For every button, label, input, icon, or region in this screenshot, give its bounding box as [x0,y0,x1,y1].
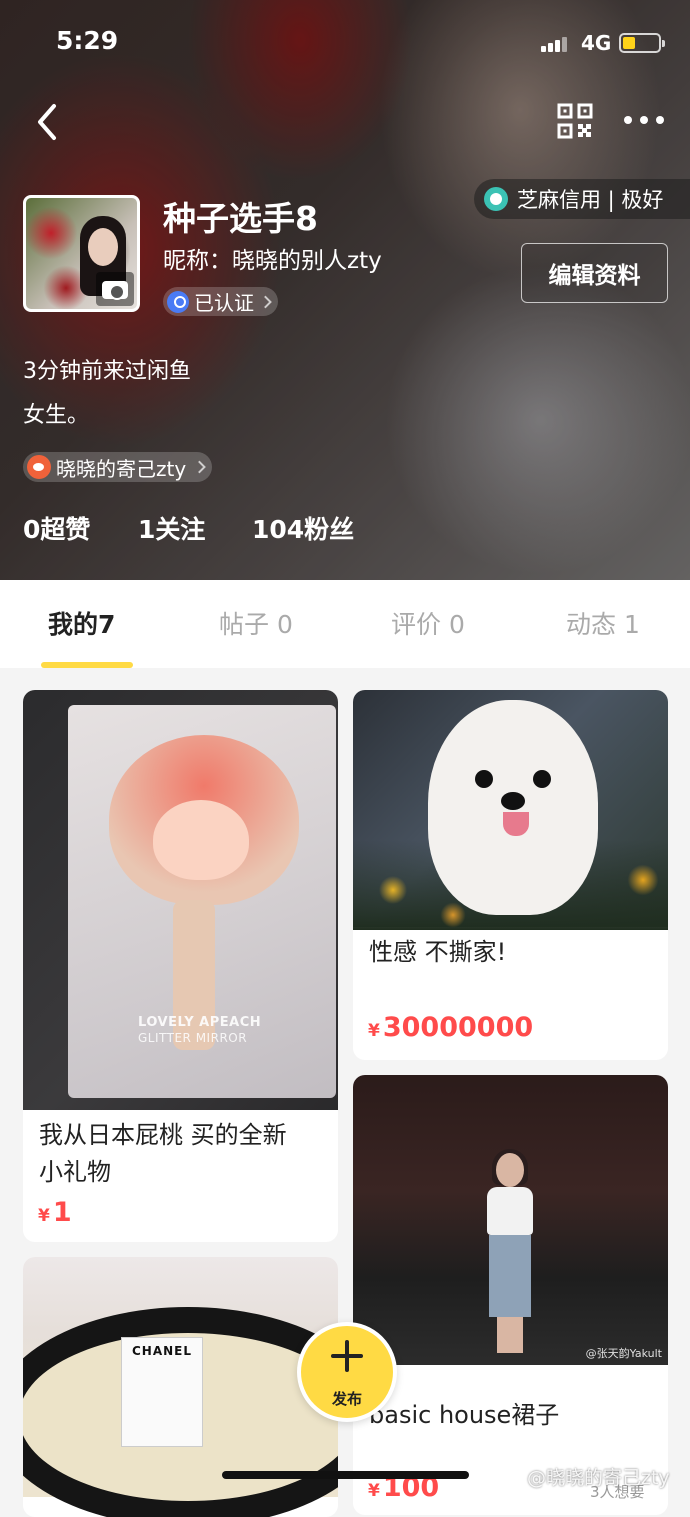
verified-badge[interactable]: 已认证 [163,287,278,316]
tab-activity[interactable]: 动态 1 [566,605,640,641]
item-image: @张天韵Yakult [353,1075,668,1365]
item-title: basic house裙子 [369,1401,560,1429]
battery-icon [619,33,665,53]
camera-icon[interactable] [96,272,134,306]
publish-button[interactable]: 发布 [297,1322,397,1422]
weibo-link[interactable]: 晓晓的寄己zty [23,452,213,482]
bio-text: 女生。 [23,403,90,428]
edit-profile-button[interactable]: 编辑资料 [521,243,668,303]
network-label: 4G [581,31,612,55]
item-title: 性感 不撕家! [369,938,507,966]
item-image: CHANEL [23,1257,338,1517]
sesame-credit-icon [484,187,508,211]
tab-mine[interactable]: 我的7 [48,605,115,641]
qr-code-icon[interactable] [557,103,593,139]
status-time: 5:29 [56,26,119,55]
likes-stat[interactable]: 0超赞 [23,510,90,546]
item-card[interactable]: @张天韵Yakult basic house裙子 ¥100 [353,1075,668,1515]
item-title: 我从日本屁桃 买的全新 [39,1121,287,1149]
avatar[interactable] [23,195,140,312]
item-price: ¥1 [38,1197,72,1228]
signal-icon [541,36,569,52]
tab-posts[interactable]: 帖子 0 [219,605,293,641]
sesame-credit-badge[interactable]: 芝麻信用 | 极好 [474,179,690,219]
more-options-icon[interactable] [622,114,666,128]
plus-icon [331,1340,363,1372]
fans-stat[interactable]: 104粉丝 [252,510,354,546]
credit-label: 芝麻信用 | 极好 [517,188,664,212]
back-icon[interactable] [30,100,70,144]
verified-icon [167,290,189,313]
profile-name: 种子选手8 [163,199,318,238]
item-title: 小礼物 [39,1158,111,1186]
image-credit: @张天韵Yakult [585,1347,662,1360]
item-card[interactable]: LOVELY APEACH GLITTER MIRROR 我从日本屁桃 买的全新… [23,690,338,1242]
item-price: ¥30000000 [368,1012,534,1043]
following-stat[interactable]: 1关注 [138,510,205,546]
weibo-label: 晓晓的寄己zty [56,456,187,481]
item-card[interactable]: 性感 不撕家! ¥30000000 [353,690,668,1060]
active-tab-indicator [41,662,133,668]
profile-header: 5:29 4G 芝麻信用 | 极好 种子选手8 昵称：晓晓的别人zty 已认证 … [0,0,690,580]
last-seen-text: 3分钟前来过闲鱼 [23,359,191,384]
home-indicator[interactable] [222,1471,469,1479]
chevron-right-icon [259,295,272,308]
watermark: @晓晓的寄己zty [527,1467,670,1489]
publish-label: 发布 [331,1390,362,1408]
profile-nickname: 昵称：晓晓的别人zty [163,248,382,274]
item-image [353,690,668,930]
item-image: LOVELY APEACH GLITTER MIRROR [23,690,338,1110]
chevron-right-icon [193,460,207,474]
tab-bar: 我的7 帖子 0 评价 0 动态 1 [0,580,690,668]
weibo-icon [27,455,51,479]
tab-reviews[interactable]: 评价 0 [391,605,465,641]
verified-label: 已认证 [194,291,254,315]
